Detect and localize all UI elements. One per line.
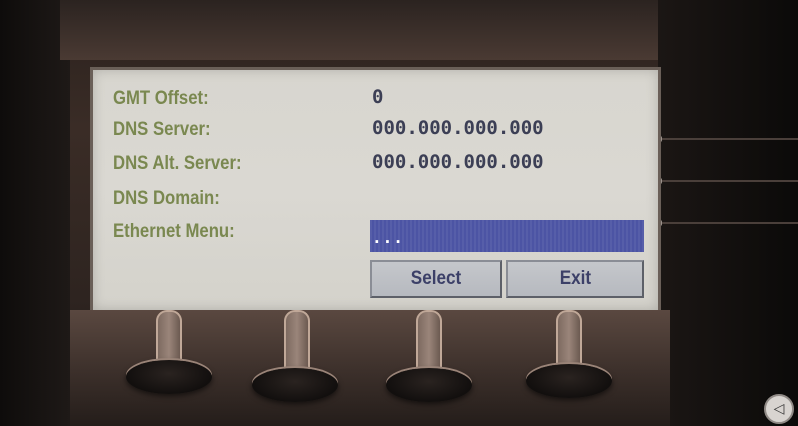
exit-softkey[interactable]: Exit bbox=[506, 260, 644, 298]
physical-softkey-1[interactable] bbox=[126, 360, 212, 394]
softkey-stem bbox=[284, 310, 310, 372]
select-softkey-label: Select bbox=[410, 268, 462, 289]
softkey-stem bbox=[556, 310, 582, 372]
ethernet-menu-value: ... bbox=[372, 228, 404, 247]
housing-ridge bbox=[658, 138, 798, 140]
top-bezel bbox=[60, 0, 670, 60]
select-softkey[interactable]: Select bbox=[370, 260, 502, 298]
right-housing bbox=[658, 0, 798, 426]
ethernet-menu-field[interactable]: ... bbox=[370, 220, 644, 252]
physical-softkey-3[interactable] bbox=[386, 368, 472, 402]
phone-display-photo: GMT Offset: 0 DNS Server: 000.000.000.00… bbox=[0, 0, 798, 426]
physical-button-panel bbox=[70, 310, 670, 426]
left-bezel bbox=[0, 0, 70, 426]
lcd-screen: GMT Offset: 0 DNS Server: 000.000.000.00… bbox=[93, 70, 658, 310]
exit-softkey-label: Exit bbox=[559, 268, 591, 289]
ethernet-menu-label: Ethernet Menu: bbox=[113, 221, 235, 242]
dns-domain-label: DNS Domain: bbox=[113, 188, 220, 209]
physical-softkey-2[interactable] bbox=[252, 368, 338, 402]
softkey-stem bbox=[416, 310, 442, 372]
gmt-offset-value[interactable]: 0 bbox=[372, 86, 383, 108]
dns-server-value[interactable]: 000.000.000.000 bbox=[372, 117, 544, 139]
physical-softkey-4[interactable] bbox=[526, 364, 612, 398]
dns-alt-server-label: DNS Alt. Server: bbox=[113, 153, 242, 174]
dns-alt-server-value[interactable]: 000.000.000.000 bbox=[372, 151, 544, 173]
gmt-offset-label: GMT Offset: bbox=[113, 88, 209, 109]
left-triangle-icon[interactable]: ◁ bbox=[764, 394, 794, 424]
housing-ridge bbox=[658, 180, 798, 182]
housing-ridge bbox=[658, 222, 798, 224]
dns-server-label: DNS Server: bbox=[113, 119, 211, 140]
